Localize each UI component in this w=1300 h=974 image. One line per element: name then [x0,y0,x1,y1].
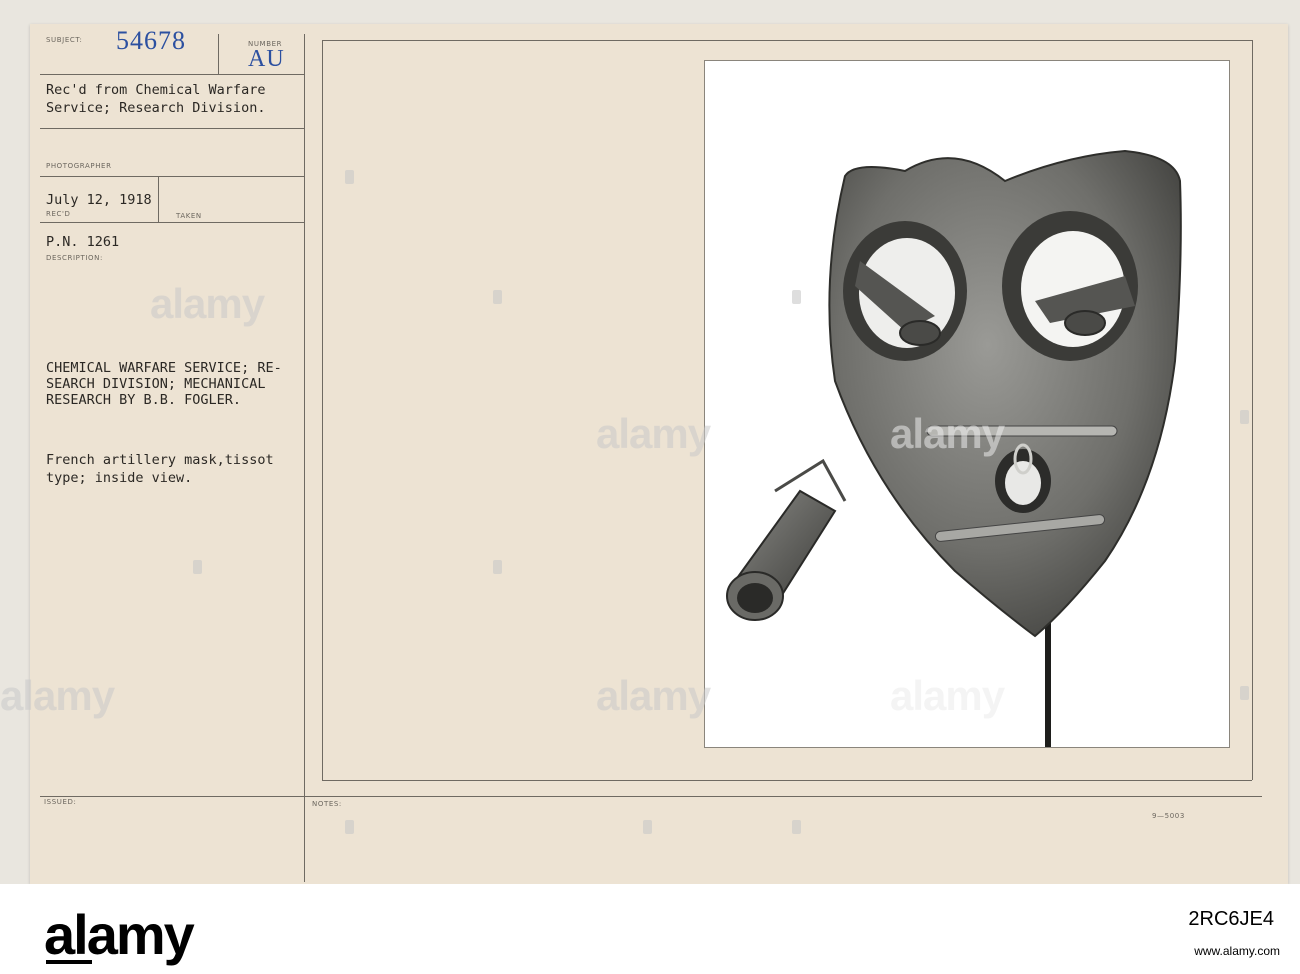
caption-line-1: French artillery mask,tissot [46,452,274,468]
description-line-1: CHEMICAL WARFARE SERVICE; RE- [46,360,282,376]
watermark-3: alamy [890,410,1005,457]
caption-line-2: type; inside view. [46,470,193,486]
rule-under-received [40,128,304,129]
photo-panel-top-rule [322,40,1252,41]
notes-label: NOTES: [312,800,342,808]
photo-panel-bottom-rule [322,780,1252,781]
form-code: 9—5003 [1152,812,1185,820]
left-column-divider [304,34,305,882]
photo-panel-left-rule [322,40,323,780]
mouth-valve-opening [1005,461,1041,505]
watermark-pin [792,820,801,834]
taken-label: TAKEN [176,212,202,220]
notes-rule [40,796,1262,797]
watermark-pin [345,820,354,834]
subject-number: 54678 [116,26,186,55]
mask-body [828,149,1182,638]
image-id: 2RC6JE4 [1188,908,1274,930]
watermark-pin [193,560,202,574]
rule-under-subject [40,74,304,75]
watermark-pin [1240,686,1249,700]
rule-under-date [40,222,304,223]
watermark-1: alamy [150,280,265,327]
watermark-2: alamy [596,410,711,457]
watermark-pin [1240,410,1249,424]
description-line-2: SEARCH DIVISION; MECHANICAL [46,376,266,392]
watermark-pin [493,290,502,304]
description-label: DESCRIPTION: [46,254,103,262]
watermark-pin [493,560,502,574]
watermark-pin [792,290,801,304]
watermark-4: alamy [0,672,115,719]
watermark-pin [643,820,652,834]
rule-under-photographer [40,176,304,177]
description-line-3: RESEARCH BY B.B. FOGLER. [46,392,242,408]
alamy-logo: alamy [44,903,195,966]
photo-number: P.N. 1261 [46,234,120,250]
site-url[interactable]: www.alamy.com [1194,944,1280,958]
watermark-6: alamy [890,672,1005,719]
received-line-1: Rec'd from Chemical Warfare [46,82,266,98]
recd-label: REC'D [46,210,71,218]
tube-end-opening [737,583,773,613]
recd-taken-divider [158,176,159,222]
left-eye-cup [899,320,941,346]
tube-clamp [774,458,847,502]
subject-number-divider [218,34,219,74]
photo-panel-right-rule [1252,40,1253,780]
footer-band [0,884,1300,974]
watermark-5: alamy [596,672,711,719]
issued-label: ISSUED: [44,798,77,806]
photographer-label: PHOTOGRAPHER [46,162,112,170]
stand-rod [1045,621,1051,747]
right-eye-cup [1064,310,1106,336]
subject-label: SUBJECT: [46,36,83,44]
alamy-logo-underline [46,960,92,964]
number-stamp: AU [248,46,285,72]
received-date: July 12, 1918 [46,192,152,208]
received-line-2: Service; Research Division. [46,100,266,116]
gas-mask-illustration [726,149,1182,747]
watermark-pin [345,170,354,184]
gas-mask-photo [704,60,1230,748]
